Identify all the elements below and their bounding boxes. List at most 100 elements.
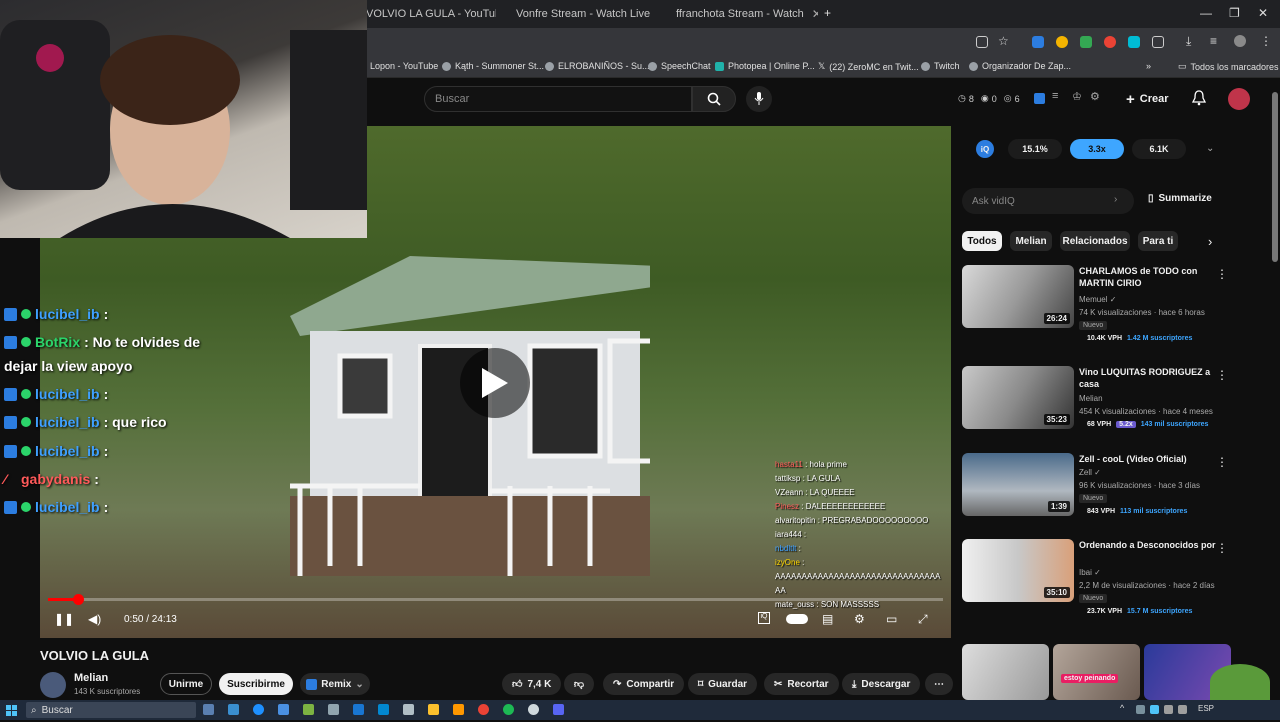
close-window-icon[interactable]: ✕ xyxy=(1258,6,1268,20)
extension-icon[interactable] xyxy=(1080,36,1092,48)
settings-gear-icon[interactable]: ⚙ xyxy=(854,612,865,626)
user-avatar[interactable] xyxy=(1228,88,1250,110)
more-options-icon[interactable]: ⋮ xyxy=(1216,368,1228,382)
discord-icon[interactable] xyxy=(553,704,564,715)
tray-icon[interactable] xyxy=(1178,705,1187,714)
bookmark-item[interactable]: Lopon - YouTube xyxy=(370,61,438,71)
bookmark-item[interactable]: 𝕏 (22) ZeroMC en Twit... xyxy=(818,61,919,72)
close-tab-icon[interactable]: ✕ xyxy=(812,7,818,21)
download-icon[interactable]: ⤓ xyxy=(1186,34,1191,49)
tab-ffranchota[interactable]: ffranchota Stream - Watch ✕ xyxy=(668,4,818,24)
windows-start-icon[interactable] xyxy=(6,704,18,716)
subscribe-button[interactable]: Suscribirme xyxy=(219,673,293,695)
spotify-icon[interactable] xyxy=(503,704,514,715)
bookmark-star-icon[interactable]: ☆ xyxy=(998,34,1009,48)
tab-vonfre[interactable]: Vonfre Stream - Watch Live ✕ xyxy=(508,4,658,24)
dislike-button[interactable]: 👎︎ xyxy=(564,673,594,695)
profile-icon[interactable] xyxy=(1234,35,1246,47)
pause-icon[interactable]: ❚❚ xyxy=(54,612,74,626)
extension-icon[interactable] xyxy=(1032,36,1044,48)
chip-relacionados[interactable]: Relacionados xyxy=(1060,231,1130,251)
fullscreen-icon[interactable]: ⤢ xyxy=(918,612,928,627)
install-app-icon[interactable] xyxy=(976,36,988,48)
app-icon[interactable] xyxy=(303,704,314,715)
like-button[interactable]: 👍︎ 7,4 K xyxy=(502,673,562,695)
more-actions-button[interactable]: ⋯ xyxy=(925,673,953,695)
bookmark-item[interactable]: Photopea | Online P... xyxy=(715,61,815,71)
bookmark-item[interactable]: ELROBANIÑOS - Su... xyxy=(545,61,650,71)
obs-icon[interactable] xyxy=(528,704,539,715)
autoplay-toggle[interactable] xyxy=(786,614,808,624)
language-indicator[interactable]: ESP xyxy=(1198,704,1214,713)
puzzle-icon[interactable] xyxy=(1152,36,1164,48)
restore-icon[interactable]: ❐ xyxy=(1229,6,1240,20)
remix-button[interactable]: Remix ⌄ xyxy=(300,673,370,695)
recommended-video[interactable]: 35:10 Ordenando a Desconocidos por Ibai … xyxy=(962,539,1232,615)
more-options-icon[interactable]: ⋮ xyxy=(1216,455,1228,469)
app-icon[interactable] xyxy=(328,704,339,715)
minimize-icon[interactable]: — xyxy=(1200,6,1212,20)
trophy-icon[interactable]: ♔ xyxy=(1072,90,1082,103)
subtitles-icon[interactable]: ▤ xyxy=(822,612,833,626)
video-progress-bar[interactable] xyxy=(48,594,943,605)
clip-button[interactable]: ✂ Recortar xyxy=(764,673,839,695)
taskbar-search[interactable]: ⌕ Buscar xyxy=(26,702,196,718)
bookmark-item[interactable]: Twitch xyxy=(921,61,960,71)
vidiq-logo-icon[interactable]: iQ xyxy=(976,140,994,158)
voice-search-button[interactable] xyxy=(746,86,772,112)
chip-todos[interactable]: Todos xyxy=(962,231,1002,251)
download-button[interactable]: ⤓ Descargar xyxy=(842,673,921,695)
chevron-right-icon[interactable]: › xyxy=(1114,194,1117,205)
volume-icon[interactable]: ◀) xyxy=(88,612,101,626)
vidiq-icon[interactable] xyxy=(1034,93,1045,104)
join-button[interactable]: Unirme xyxy=(160,673,212,695)
new-tab-icon[interactable]: + xyxy=(824,6,831,20)
shorts-thumbnail[interactable]: estoy peinando xyxy=(1053,644,1140,700)
channel-name[interactable]: Melian xyxy=(74,672,108,684)
app-icon[interactable] xyxy=(403,704,414,715)
more-options-icon[interactable]: ⋮ xyxy=(1216,541,1228,555)
chip-melian[interactable]: Melian xyxy=(1010,231,1052,251)
browser-menu-icon[interactable]: ⋮ xyxy=(1260,34,1272,48)
tray-icon[interactable] xyxy=(1136,705,1145,714)
media-icon[interactable]: ≡ xyxy=(1210,34,1217,48)
chevron-down-icon[interactable]: ⌄ xyxy=(1206,143,1214,154)
video-thumbnail[interactable]: 35:10 xyxy=(962,539,1074,602)
task-view-icon[interactable] xyxy=(203,704,214,715)
app-icon[interactable] xyxy=(353,704,364,715)
bookmark-item[interactable]: SpeechChat xyxy=(648,61,711,71)
app-icon[interactable] xyxy=(228,704,239,715)
video-thumbnail[interactable]: 1:39 xyxy=(962,453,1074,516)
ask-vidiq-input[interactable]: Ask vidIQ xyxy=(962,188,1134,214)
search-input[interactable]: Buscar xyxy=(424,86,692,112)
bookmark-item[interactable]: Kąth - Summoner St... xyxy=(442,61,544,71)
share-button[interactable]: ↷ Compartir xyxy=(603,673,685,695)
vidiq-player-icon[interactable]: iQ xyxy=(758,612,770,624)
app-icon[interactable] xyxy=(378,704,389,715)
tray-icon[interactable] xyxy=(1150,705,1159,714)
settings-icon[interactable]: ⚙ xyxy=(1090,90,1100,103)
page-scrollbar[interactable] xyxy=(1272,92,1278,262)
chevron-right-icon[interactable]: › xyxy=(1208,234,1212,249)
recommended-video[interactable]: 1:39 Zell - cooL (Video Oficial) Zell ✓ … xyxy=(962,453,1232,519)
edge-icon[interactable] xyxy=(253,704,264,715)
more-bookmarks-icon[interactable]: » xyxy=(1146,61,1151,71)
create-button[interactable]: + Crear xyxy=(1126,88,1169,110)
chip-para-ti[interactable]: Para ti xyxy=(1138,231,1178,251)
notifications-bell-icon[interactable] xyxy=(1191,90,1207,111)
save-button[interactable]: ⌑ Guardar xyxy=(688,673,758,695)
file-explorer-icon[interactable] xyxy=(428,704,439,715)
extension-icon[interactable] xyxy=(1056,36,1068,48)
recommended-video[interactable]: 35:23 Vino LUQUITAS RODRIGUEZ a casa Mel… xyxy=(962,366,1232,432)
shorts-thumbnail[interactable] xyxy=(962,644,1049,700)
theater-mode-icon[interactable]: ▭ xyxy=(886,612,897,626)
extension-icon[interactable] xyxy=(1128,36,1140,48)
recommended-video[interactable]: 26:24 CHARLAMOS de TODO con MARTIN CIRIO… xyxy=(962,265,1232,342)
chrome-icon[interactable] xyxy=(478,704,489,715)
summarize-button[interactable]: ▯ Summarize xyxy=(1148,193,1212,204)
more-options-icon[interactable]: ⋮ xyxy=(1216,267,1228,281)
play-button[interactable] xyxy=(460,348,530,418)
video-thumbnail[interactable]: 35:23 xyxy=(962,366,1074,429)
search-button[interactable] xyxy=(692,86,736,112)
tab-youtube[interactable]: VOLVIO LA GULA - YouTube ✕ xyxy=(366,4,496,24)
